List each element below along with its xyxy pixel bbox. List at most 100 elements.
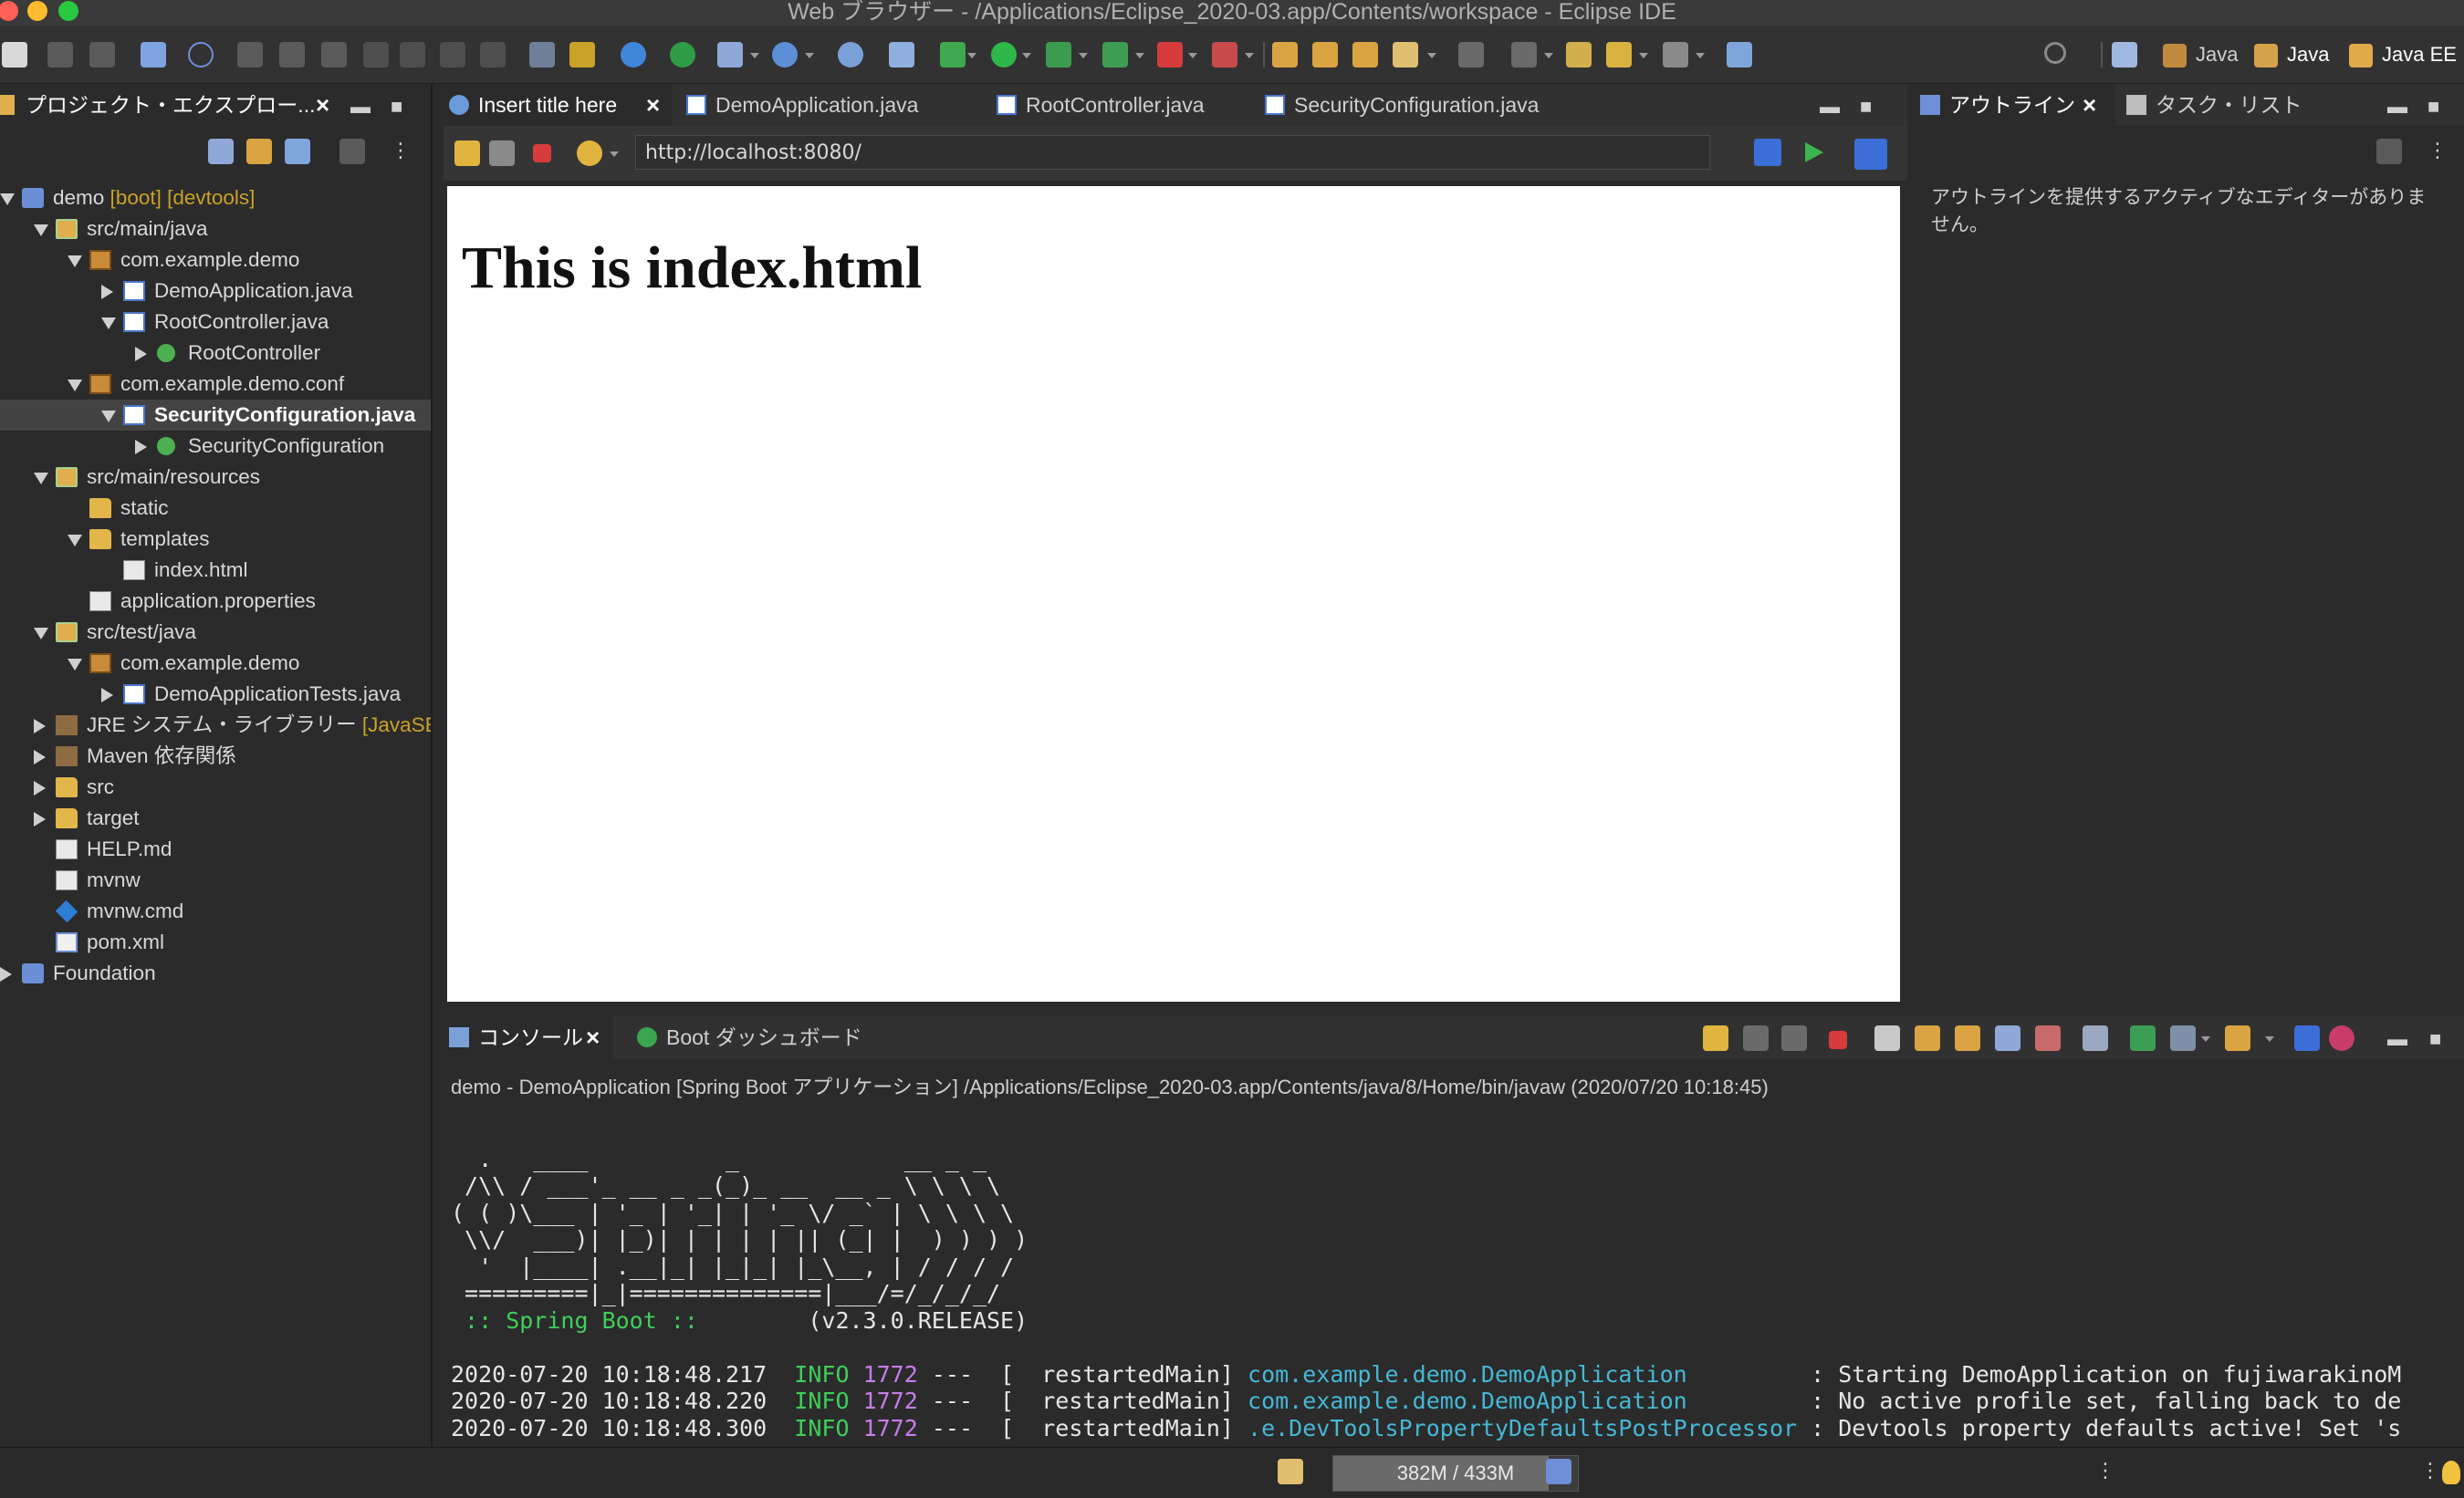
close-icon[interactable]: × [316,84,329,126]
focus-on-task-icon[interactable] [2376,139,2402,164]
tab-project-explorer[interactable]: プロジェクト・エクスプロー... × [0,84,347,126]
new-server-icon[interactable] [717,42,743,68]
stop-dropdown-icon[interactable] [1188,53,1197,58]
tree-item[interactable]: Foundation [0,958,431,989]
tree-item[interactable]: src [0,772,431,803]
external-tools-dropdown-icon[interactable] [1135,53,1144,58]
search-icon[interactable] [2044,42,2066,64]
open-perspective-icon[interactable] [2112,42,2137,68]
tree-item[interactable]: src/test/java [0,617,431,648]
tree-item[interactable]: SecurityConfiguration [0,431,431,462]
collapsed-twisty-icon[interactable] [34,812,46,827]
perspective-java-1[interactable]: Java [2163,38,2238,71]
remove-launch-icon[interactable] [1743,1025,1769,1051]
refresh-dropdown-icon[interactable] [610,151,619,157]
tree-item[interactable]: index.html [0,555,431,586]
refresh-icon[interactable] [577,140,602,166]
show-on-stdout-icon[interactable] [1995,1025,2020,1051]
step-return-icon[interactable] [480,42,506,68]
tab-root-controller[interactable]: RootController.java [991,84,1256,126]
globe-icon[interactable] [838,42,863,68]
collapsed-twisty-icon[interactable] [135,347,147,361]
console-output[interactable]: . ____ _ __ _ _ /\\ / ___'_ __ _ _(_)_ _… [451,1118,2459,1444]
tip-lightbulb-icon[interactable] [2442,1461,2460,1484]
collapsed-twisty-icon[interactable] [101,285,113,299]
view-menu-icon[interactable]: ⋮ [391,139,411,162]
terminate-icon[interactable] [1829,1031,1847,1049]
new-console-dropdown-icon[interactable] [2265,1036,2274,1042]
tree-item[interactable]: mvnw [0,865,431,896]
heap-status[interactable]: 382M / 433M [1332,1455,1579,1492]
tab-security-configuration[interactable]: SecurityConfiguration.java [1259,84,1579,126]
spring-starter-dropdown-icon[interactable] [805,53,814,58]
relaunch-icon[interactable] [1212,42,1237,68]
tree-item[interactable]: templates [0,524,431,555]
collapsed-twisty-icon[interactable] [0,967,12,982]
tree-item[interactable]: Maven 依存関係 [0,741,431,772]
tab-task-list[interactable]: タスク・リスト [2121,84,2322,126]
new-icon[interactable] [2,42,27,68]
tree-item[interactable]: com.example.demo [0,648,431,679]
annotation-pen-icon[interactable] [1393,42,1418,68]
save-icon[interactable] [47,42,73,68]
show-on-stderr-icon[interactable] [2035,1025,2061,1051]
stop-icon[interactable] [533,144,551,162]
pin-editor-icon[interactable] [1727,42,1752,68]
maximize-icon[interactable]: ■ [2429,1027,2441,1051]
stop-icon[interactable] [1157,42,1183,68]
expanded-twisty-icon[interactable] [101,317,116,329]
tree-item[interactable]: DemoApplicationTests.java [0,679,431,710]
view-menu-icon[interactable]: ⋮ [2427,139,2448,162]
collapsed-twisty-icon[interactable] [34,750,46,765]
display-console-icon[interactable] [2170,1025,2196,1051]
expanded-twisty-icon[interactable] [101,411,116,422]
restart-icon[interactable] [1703,1025,1728,1051]
expanded-twisty-icon[interactable] [34,224,48,236]
coverage-icon[interactable] [1046,42,1071,68]
open-console-icon[interactable] [2130,1025,2156,1051]
status-menu-icon[interactable]: ⋮ [2420,1459,2440,1482]
close-icon[interactable]: × [646,84,660,126]
step-over-icon[interactable] [440,42,465,68]
collapsed-twisty-icon[interactable] [34,781,46,796]
collapsed-twisty-icon[interactable] [101,688,113,702]
previous-annotation-icon[interactable] [1511,42,1537,68]
focus-on-task-icon[interactable] [339,139,365,164]
tree-item[interactable]: JRE システム・ライブラリー [JavaSE-1 [0,710,431,741]
maximize-icon[interactable]: ■ [391,95,402,119]
scroll-lock-icon[interactable] [1915,1025,1940,1051]
debug-icon[interactable] [940,42,966,68]
minimize-icon[interactable]: ▬ [1820,95,1840,119]
collapse-all-icon[interactable] [208,139,234,164]
last-edit-location-icon[interactable] [1566,42,1592,68]
external-tools-icon[interactable] [1102,42,1128,68]
expanded-twisty-icon[interactable] [68,380,82,391]
forward-arrow-icon[interactable] [489,140,515,166]
disconnect-icon[interactable] [363,42,389,68]
tree-item[interactable]: demo [boot] [devtools] [0,182,431,213]
back-arrow-icon[interactable] [454,140,480,166]
maximize-icon[interactable]: ■ [2427,95,2439,119]
collapsed-twisty-icon[interactable] [34,719,46,733]
url-input[interactable] [635,135,1710,170]
save-all-icon[interactable] [89,42,115,68]
web-service-icon[interactable] [889,42,914,68]
forward-dropdown-icon[interactable] [1696,53,1705,58]
open-folder-icon[interactable] [1312,42,1338,68]
open-task-icon[interactable] [1352,42,1378,68]
coverage-dropdown-icon[interactable] [1079,53,1088,58]
expanded-twisty-icon[interactable] [34,628,48,640]
settings-gear-icon[interactable] [621,42,646,68]
close-icon[interactable]: × [2083,84,2096,126]
close-icon[interactable]: × [586,1016,600,1058]
clear-console-icon[interactable] [1874,1025,1900,1051]
new-server-dropdown-icon[interactable] [750,53,759,58]
expanded-twisty-icon[interactable] [34,473,48,484]
forward-arrow-icon[interactable] [1663,42,1688,68]
go-icon[interactable] [1805,142,1823,162]
tree-item[interactable]: mvnw.cmd [0,896,431,927]
expanded-twisty-icon[interactable] [68,659,82,671]
tab-web-browser[interactable]: Insert title here × [444,84,672,126]
collapsed-twisty-icon[interactable] [135,440,147,454]
perspective-java-ee[interactable]: Java EE [2349,38,2457,71]
